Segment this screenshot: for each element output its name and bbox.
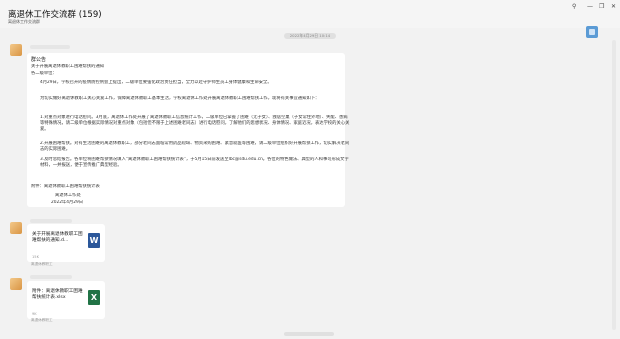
announcement-signature: 离退休工作处 (55, 193, 81, 198)
file-name: 附件：离退休教职工困难帮扶统计表.xlsx (32, 289, 83, 300)
announcement-paragraph: 2.开展困难帮扶。对有生活困难的离退休教职工，部分老同志面临常用药品短缺、物资采… (40, 141, 350, 152)
title-bar: 离退休工作交流群 (159) 离退休工作交流群 ⚲ — ❐ ✕ (0, 0, 620, 28)
avatar[interactable] (10, 278, 22, 290)
sender-name (30, 275, 72, 279)
sender-name (30, 45, 70, 49)
file-source: 离退休教职工 (31, 318, 53, 322)
scrollbar[interactable] (612, 40, 616, 330)
app-icon[interactable] (586, 26, 598, 38)
file-source: 离退休教职工 (31, 262, 53, 266)
announcement-paragraph: 3.及时总结报告。各单位将困难帮扶情况填入“离退休教职工困难帮扶统计表”，于5月… (40, 157, 349, 168)
file-size: 15K (32, 255, 39, 259)
excel-file-icon: X (88, 290, 100, 305)
announcement-paragraph: 1.对重点对象进行电话慰问。3月底，离退休工作处开展了离退休教职工信息统计工作，… (40, 115, 350, 132)
file-name: 关于开展离退休教职工困难帮扶的通知.d... (32, 232, 83, 243)
announcement-label: 群公告 (31, 57, 47, 63)
avatar[interactable] (10, 44, 22, 56)
minimize-icon[interactable]: — (587, 3, 593, 10)
excel-file-card[interactable]: 附件：离退休教职工困难帮扶统计表.xlsx 9K X (27, 281, 105, 319)
chat-subtitle: 离退休工作交流群 (8, 19, 40, 24)
avatar[interactable] (10, 222, 22, 234)
announcement-date: 2022年4月29日 (51, 200, 84, 205)
restore-icon[interactable]: ❐ (599, 3, 604, 10)
message-timestamp: 2022年4月29日 10:14 (284, 33, 336, 39)
announcement-heading: 关于开展离退休教职工困难帮扶的通知 (31, 64, 105, 69)
word-file-card[interactable]: 关于开展离退休教职工困难帮扶的通知.d... 15K W (27, 224, 105, 262)
bottom-indicator (284, 332, 334, 336)
file-size: 9K (32, 312, 37, 316)
attachment-note: 附件：离退休教职工困难帮扶统计表 (31, 184, 100, 189)
announcement-paragraph: 为切实做好离退休教职工关心关爱工作，保障离退休教职工基本生活，学校离退休工作处开… (40, 96, 320, 101)
sender-name (30, 219, 72, 223)
word-file-icon: W (88, 233, 100, 248)
pin-icon[interactable]: ⚲ (572, 3, 576, 10)
announcement-line: 各二级单位： (31, 71, 57, 76)
close-icon[interactable]: ✕ (611, 3, 616, 10)
